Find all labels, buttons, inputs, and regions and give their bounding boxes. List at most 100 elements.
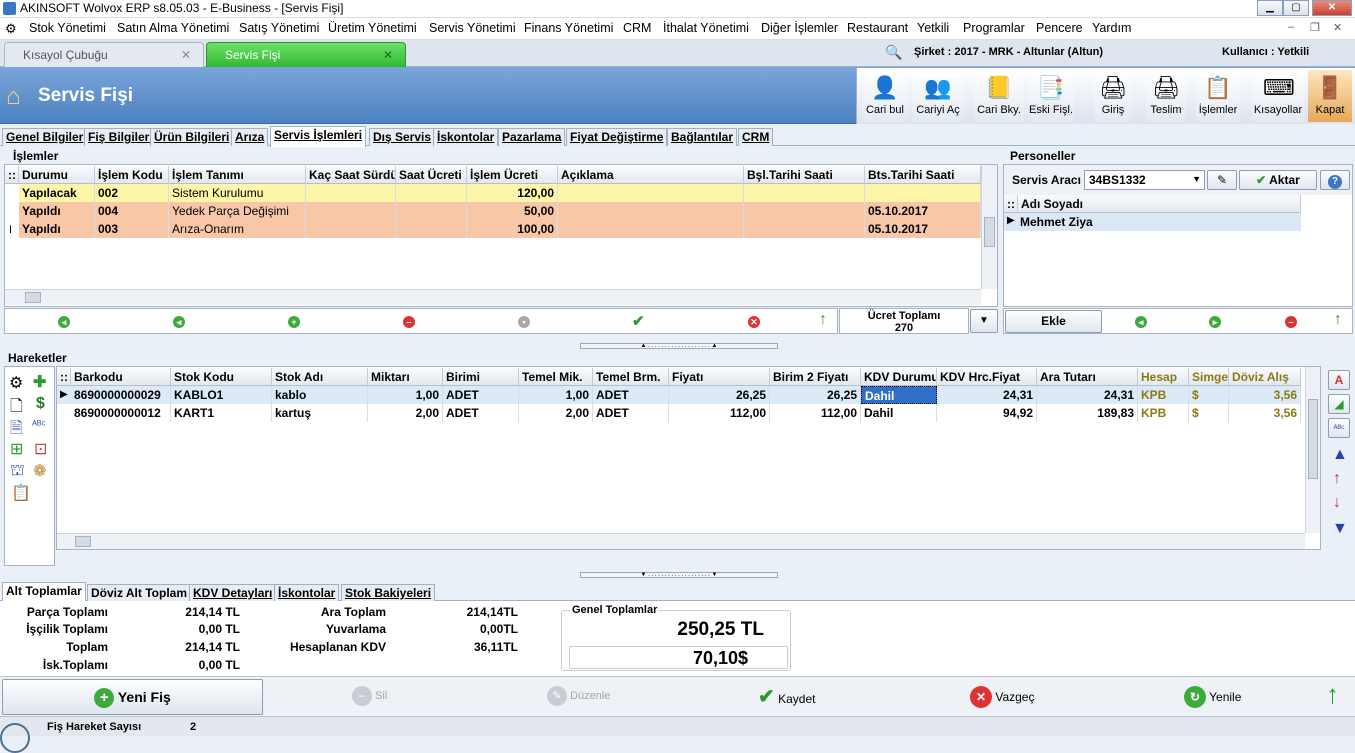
help-button[interactable]: ?	[1320, 170, 1350, 190]
move-bottom-icon[interactable]: ▼	[1332, 520, 1348, 538]
edit-vehicle-button[interactable]: ✎	[1207, 170, 1237, 190]
table-icon[interactable]: ⊡	[34, 439, 47, 459]
edit-icon[interactable]: •	[518, 316, 530, 328]
aktar-button[interactable]: ✔ Aktar	[1239, 170, 1317, 190]
move-down-icon[interactable]: ↓	[1333, 494, 1341, 512]
dollar-icon[interactable]: $	[36, 395, 45, 413]
next-icon[interactable]: ▸	[1209, 316, 1221, 328]
col-birim2-fiyati[interactable]: Birim 2 Fiyatı	[770, 368, 861, 386]
duzenle-button[interactable]: ✎ Düzenle	[547, 686, 610, 706]
col-fiyati[interactable]: Fiyatı	[669, 368, 770, 386]
menu-stok[interactable]: Stok Yönetimi	[29, 21, 106, 35]
gear-icon[interactable]: ⚙	[9, 373, 23, 393]
kisayollar-button[interactable]: ⌨ Kısayollar	[1252, 70, 1304, 122]
islemler-button[interactable]: 📋 İşlemler	[1196, 70, 1240, 122]
col-simge[interactable]: Simge	[1189, 368, 1229, 386]
tab-iskontolar-bottom[interactable]: İskontolar	[274, 584, 340, 602]
menu-servis[interactable]: Servis Yönetimi	[429, 21, 516, 35]
col-adi-soyadi[interactable]: Adı Soyadı	[1018, 195, 1301, 213]
col-durumu[interactable]: Durumu	[19, 166, 95, 184]
scroll-thumb[interactable]	[1308, 399, 1318, 479]
table-row[interactable]: 8690000000012 KART1 kartuş 2,00 ADET 2,0…	[57, 404, 1301, 422]
tab-baglantilar[interactable]: Bağlantılar	[667, 128, 738, 146]
col-aciklama[interactable]: Açıklama	[558, 166, 744, 184]
servis-araci-select[interactable]: 34BS1332 ▼	[1084, 170, 1205, 190]
scroll-thumb[interactable]	[25, 292, 41, 303]
move-up-icon[interactable]: ↑	[1333, 470, 1341, 488]
eski-fisler-button[interactable]: 📑 Eski Fişl.	[1028, 70, 1074, 122]
tab-pazarlama[interactable]: Pazarlama	[498, 128, 566, 146]
menu-yetkili[interactable]: Yetkili	[917, 21, 949, 35]
tab-kdv-detaylari[interactable]: KDV Detayları	[189, 584, 277, 602]
col-temel-mik[interactable]: Temel Mik.	[519, 368, 593, 386]
cell-kdv-durumu[interactable]: Dahil	[861, 386, 937, 404]
menu-ithalat[interactable]: İthalat Yönetimi	[663, 21, 749, 35]
horizontal-scrollbar[interactable]	[5, 289, 981, 305]
tab-urun-bilgileri[interactable]: Ürün Bilgileri	[150, 128, 234, 146]
up-arrow-icon[interactable]: ↑	[1334, 311, 1342, 329]
abc-icon[interactable]: ᴬᴮᶜ	[32, 419, 45, 431]
close-window-button[interactable]: ✕	[1312, 0, 1352, 16]
teslim-button[interactable]: 🖨 Teslim	[1146, 70, 1186, 122]
col-islem-tanimi[interactable]: İşlem Tanımı	[169, 166, 306, 184]
chart-icon[interactable]: ◢	[1328, 394, 1350, 414]
first-icon[interactable]: ◂	[58, 316, 70, 328]
menu-uretim[interactable]: Üretim Yönetimi	[328, 21, 417, 35]
up-arrow-icon[interactable]: ↑	[1326, 679, 1339, 710]
col-miktari[interactable]: Miktarı	[368, 368, 443, 386]
col-barkodu[interactable]: Barkodu	[71, 368, 171, 386]
col-kdv-durumu[interactable]: KDV Durumu	[861, 368, 937, 386]
tab-dis-servis[interactable]: Dış Servis	[369, 128, 436, 146]
table-row[interactable]: Yapıldı 003 Arıza-Onarım 100,00 05.10.20…	[19, 220, 981, 238]
splitter-handle[interactable]: ▲ . . . . . . . . . . . . . . . . . . . …	[580, 343, 778, 349]
search-icon[interactable]: 🔍	[885, 44, 902, 61]
delete-icon[interactable]: –	[403, 316, 415, 328]
scroll-thumb[interactable]	[75, 536, 91, 547]
vertical-scrollbar[interactable]	[1305, 367, 1320, 533]
mdi-restore-icon[interactable]: ❐	[1310, 21, 1320, 34]
yeni-fis-button[interactable]: + Yeni Fiş	[2, 679, 263, 715]
menu-yardim[interactable]: Yardım	[1092, 21, 1131, 35]
cari-bakiye-button[interactable]: 📒 Cari Bky.	[974, 70, 1024, 122]
prev-icon[interactable]: ◂	[1135, 316, 1147, 328]
cariyi-ac-button[interactable]: 👥 Cariyi Aç	[912, 70, 964, 122]
col-doviz-alis[interactable]: Döviz Alış	[1229, 368, 1301, 386]
scroll-thumb[interactable]	[984, 217, 995, 247]
kapat-button[interactable]: 🚪 Kapat	[1308, 70, 1352, 122]
giris-button[interactable]: 🖨 Giriş	[1094, 70, 1132, 122]
move-top-icon[interactable]: ▲	[1332, 446, 1348, 464]
kaydet-button[interactable]: ✔ Kaydet	[758, 684, 815, 709]
col-islem-ucreti[interactable]: İşlem Ücreti	[467, 166, 558, 184]
check-icon[interactable]: ✔	[632, 312, 645, 330]
col-ara-tutari[interactable]: Ara Tutarı	[1037, 368, 1138, 386]
tab-servis-fisi[interactable]: Servis Fişi ✕	[206, 42, 406, 67]
font-color-icon[interactable]: A	[1328, 370, 1350, 390]
app-menu-icon[interactable]: ⚙	[5, 21, 17, 37]
tab-kisayol[interactable]: Kısayol Çubuğu ✕	[4, 42, 204, 67]
tab-alt-toplamlar[interactable]: Alt Toplamlar	[2, 582, 86, 603]
splitter-handle[interactable]: ▼ . . . . . . . . . . . . . . . . . . . …	[580, 572, 778, 578]
horizontal-scrollbar[interactable]	[57, 533, 1305, 549]
menu-finans[interactable]: Finans Yönetimi	[524, 21, 613, 35]
delete-icon[interactable]: –	[1285, 316, 1297, 328]
col-stok-kodu[interactable]: Stok Kodu	[171, 368, 272, 386]
yenile-button[interactable]: ↻ Yenile	[1184, 686, 1241, 708]
tab-crm[interactable]: CRM	[738, 128, 774, 146]
tab-stok-bakiyeleri[interactable]: Stok Bakiyeleri	[341, 584, 436, 602]
close-icon[interactable]: ✕	[383, 48, 393, 62]
package-icon[interactable]: ❁	[33, 461, 46, 481]
tab-iskontolar[interactable]: İskontolar	[433, 128, 499, 146]
col-bsl-tarihi[interactable]: Bşl.Tarihi Saati	[744, 166, 865, 184]
table-row[interactable]: ▶ 8690000000029 KABLO1 kablo 1,00 ADET 1…	[57, 386, 1301, 404]
abc-icon[interactable]: ᴬᴮᶜ	[1328, 418, 1350, 438]
close-icon[interactable]: ✕	[181, 48, 191, 62]
prev-icon[interactable]: ◂	[173, 316, 185, 328]
tab-genel-bilgiler[interactable]: Genel Bilgiler	[2, 128, 88, 146]
menu-diger[interactable]: Diğer İşlemler	[761, 21, 838, 35]
tab-doviz-alt-toplam[interactable]: Döviz Alt Toplam	[87, 584, 191, 602]
ekle-button[interactable]: Ekle	[1005, 310, 1102, 333]
tab-fiyat-degistirme[interactable]: Fiyat Değiştirme	[566, 128, 668, 146]
tab-ariza[interactable]: Arıza	[231, 128, 269, 146]
minimize-button[interactable]: ▁	[1257, 0, 1283, 16]
add-icon[interactable]: +	[288, 316, 300, 328]
